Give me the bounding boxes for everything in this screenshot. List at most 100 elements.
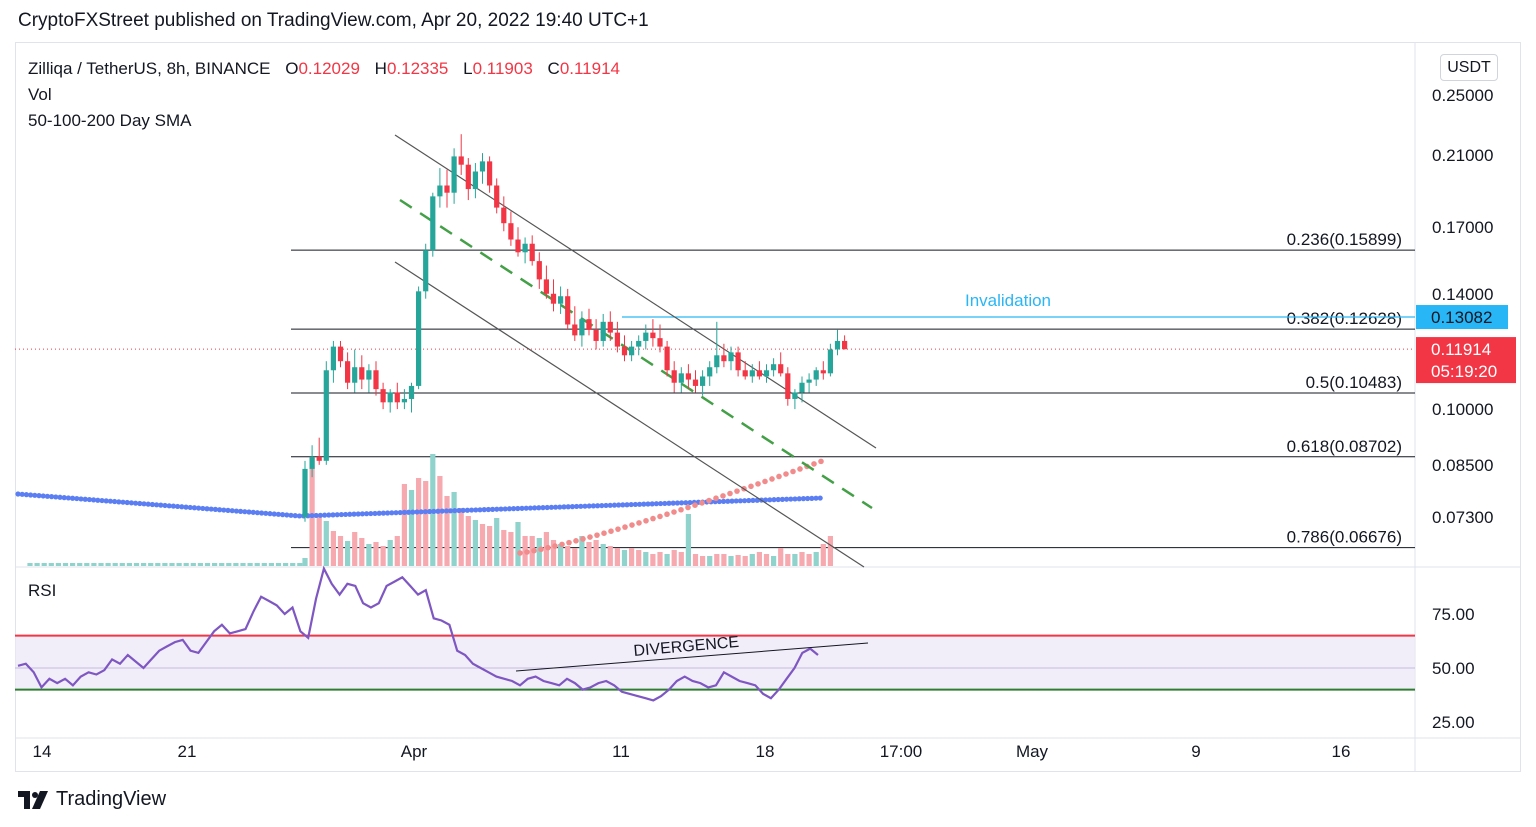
volume-bar	[219, 563, 225, 566]
volume-bar	[735, 555, 741, 566]
volume-bar	[586, 542, 592, 566]
candle-body	[657, 338, 663, 347]
candle-body	[593, 329, 599, 341]
volume-bar	[387, 540, 393, 566]
candle-body	[643, 332, 649, 341]
sma-red-point	[552, 543, 558, 549]
volume-bar	[98, 563, 104, 566]
volume-bar	[401, 484, 407, 566]
channel-lower-line	[394, 261, 865, 568]
sma-red-point	[811, 461, 817, 467]
candle-body	[437, 185, 443, 197]
candle-body	[337, 346, 344, 362]
candle-body	[302, 468, 308, 517]
volume-bar	[721, 554, 727, 566]
time-tick-label: May	[1016, 742, 1049, 761]
sma-red-point	[594, 532, 600, 538]
volume-bar	[565, 546, 571, 566]
fib-level-label: 0.786(0.06676)	[1287, 528, 1402, 547]
sma-red-point	[755, 481, 761, 487]
volume-bar	[664, 554, 670, 566]
volume-bar	[316, 516, 322, 566]
candle-body	[529, 243, 535, 262]
candle-body	[479, 161, 486, 172]
candle-body	[394, 392, 400, 403]
volume-bar	[820, 544, 826, 566]
chart-legend: Zilliqa / TetherUS, 8h, BINANCE O0.12029…	[28, 56, 620, 134]
time-tick-label: 18	[756, 742, 775, 761]
volume-bar	[176, 563, 182, 566]
sma-red-point	[734, 488, 740, 494]
candle-body	[600, 321, 606, 341]
volume-bar	[105, 563, 111, 566]
volume-bar	[55, 563, 61, 566]
volume-bar	[458, 508, 464, 566]
candle-body	[685, 373, 691, 380]
currency-button[interactable]: USDT	[1440, 54, 1498, 81]
legend-sma[interactable]: 50-100-200 Day SMA	[28, 108, 620, 134]
candle-body	[465, 164, 471, 190]
volume-bar	[204, 563, 211, 566]
volume-bar	[799, 552, 805, 566]
candle-body	[359, 367, 365, 380]
volume-bar	[756, 552, 762, 566]
legend-volume[interactable]: Vol	[28, 82, 620, 108]
sma-red-point	[692, 502, 698, 509]
rsi-tick-label: 50.00	[1432, 659, 1475, 678]
tradingview-logo-icon	[18, 790, 48, 809]
candle-body	[771, 364, 777, 371]
sma-red-point	[797, 466, 803, 472]
candle-body	[451, 156, 457, 193]
price-tick-label: 0.07300	[1432, 508, 1493, 527]
volume-bar	[692, 554, 699, 566]
invalidation-label: Invalidation	[965, 291, 1051, 310]
candle-body	[785, 373, 791, 399]
footer-brand[interactable]: TradingView	[18, 788, 166, 811]
volume-bar	[778, 548, 784, 566]
candle-body	[586, 319, 592, 330]
candle-body	[763, 370, 770, 377]
time-tick-label: 11	[612, 742, 630, 761]
volume-bar	[408, 490, 415, 566]
volume-bar	[650, 554, 656, 566]
sma-red-point	[671, 509, 677, 515]
volume-bar	[162, 563, 168, 566]
volume-bar	[247, 563, 253, 566]
legend-symbol[interactable]: Zilliqa / TetherUS, 8h, BINANCE	[28, 59, 271, 78]
volume-bar	[671, 550, 677, 566]
volume-bar	[141, 563, 147, 566]
sma-red-point	[678, 506, 684, 513]
rsi-label[interactable]: RSI	[28, 581, 56, 601]
candle-body	[792, 392, 798, 399]
sma-red-point	[559, 541, 565, 548]
legend-open-key: O	[285, 59, 299, 78]
sma-red-point	[524, 549, 530, 555]
volume-bar	[707, 556, 713, 566]
price-tick-label: 0.08500	[1432, 456, 1493, 475]
volume-bar	[41, 563, 47, 566]
time-tick-label: 16	[1332, 742, 1351, 761]
volume-bar	[621, 550, 628, 566]
candle-body	[707, 367, 713, 377]
candle-body	[458, 156, 464, 165]
sma-red-point	[615, 526, 621, 532]
volume-bar	[806, 554, 812, 566]
price-tick-label: 0.25000	[1432, 86, 1493, 105]
candle-body	[323, 370, 329, 461]
legend-high-key: H	[374, 59, 387, 78]
volume-bar	[233, 563, 239, 566]
volume-bar	[268, 563, 274, 566]
candle-body	[820, 370, 826, 374]
candle-body	[501, 207, 507, 224]
candle-body	[487, 161, 493, 186]
volume-bar	[91, 563, 97, 566]
volume-bar	[742, 556, 748, 566]
candle-body	[543, 279, 549, 294]
candle-body	[579, 319, 585, 336]
sma-red-point	[713, 495, 719, 502]
volume-bar	[451, 492, 457, 566]
candle-body	[756, 370, 762, 377]
legend-low: 0.11903	[472, 59, 533, 78]
volume-bar	[487, 526, 493, 566]
volume-bar	[465, 516, 471, 566]
